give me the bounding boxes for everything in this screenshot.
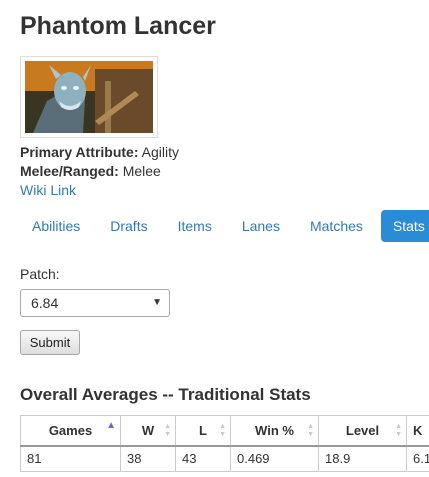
column-header-w[interactable]: W ▲ ▼ <box>120 415 176 447</box>
hero-portrait <box>20 56 158 138</box>
section-title: Overall Averages -- Traditional Stats <box>20 385 311 404</box>
tab-lanes[interactable]: Lanes <box>230 210 292 242</box>
submit-button[interactable]: Submit <box>20 330 80 355</box>
column-header-label: L <box>199 422 207 438</box>
page-title: Phantom Lancer <box>20 12 216 40</box>
sort-icon: ▲ ▼ <box>395 423 402 438</box>
column-header-label: W <box>141 422 155 438</box>
attack-type-value: Melee <box>122 163 161 179</box>
tab-items[interactable]: Items <box>166 210 224 242</box>
wiki-link[interactable]: Wiki Link <box>20 181 76 199</box>
column-header-l[interactable]: L ▲ ▼ <box>175 415 231 447</box>
patch-select-value: 6.84 <box>31 295 59 311</box>
column-header-label: K <box>413 422 423 438</box>
attack-type: Melee/Ranged: Melee <box>20 162 161 180</box>
column-header-level[interactable]: Level ▲ ▼ <box>318 415 407 447</box>
stats-table: Games ▲ W ▲ ▼ L ▲ ▼ Win % ▲ ▼ Level ▲ ▼ K 81 38 4… <box>20 415 429 472</box>
primary-attribute-value: Agility <box>141 144 179 160</box>
patch-label: Patch: <box>20 266 60 282</box>
attack-type-label: Melee/Ranged: <box>20 163 119 179</box>
hero-portrait-image <box>25 61 153 133</box>
tab-stats[interactable]: Stats <box>380 210 429 242</box>
sort-icon: ▲ ▼ <box>219 423 226 438</box>
cell-level: 18.9 <box>318 445 407 472</box>
tab-matches[interactable]: Matches <box>298 210 375 242</box>
tab-abilities[interactable]: Abilities <box>20 210 92 242</box>
table-header-row: Games ▲ W ▲ ▼ L ▲ ▼ Win % ▲ ▼ Level ▲ ▼ K <box>20 415 429 447</box>
cell-l: 43 <box>175 445 231 472</box>
sort-icon: ▲ ▼ <box>164 423 171 438</box>
sort-ascending-icon: ▲ <box>106 420 116 431</box>
table-row: 81 38 43 0.469 18.9 6.1 <box>20 445 429 472</box>
primary-attribute: Primary Attribute: Agility <box>20 143 179 161</box>
primary-attribute-label: Primary Attribute: <box>20 144 139 160</box>
cell-win-pct: 0.469 <box>230 445 319 472</box>
column-header-label: Level <box>345 422 380 438</box>
column-header-k[interactable]: K <box>406 415 429 447</box>
hero-tabs: Abilities Drafts Items Lanes Matches Sta… <box>20 210 429 242</box>
cell-k: 6.1 <box>406 445 429 472</box>
column-header-win-pct[interactable]: Win % ▲ ▼ <box>230 415 319 447</box>
cell-games: 81 <box>20 445 121 472</box>
tab-drafts[interactable]: Drafts <box>98 210 159 242</box>
sort-icon: ▲ ▼ <box>307 423 314 438</box>
column-header-games[interactable]: Games ▲ <box>20 415 121 447</box>
chevron-down-icon: ▼ <box>152 297 162 308</box>
patch-select[interactable]: 6.84 ▼ <box>20 289 170 317</box>
cell-w: 38 <box>120 445 176 472</box>
column-header-label: Win % <box>255 422 294 438</box>
column-header-label: Games <box>48 422 93 438</box>
